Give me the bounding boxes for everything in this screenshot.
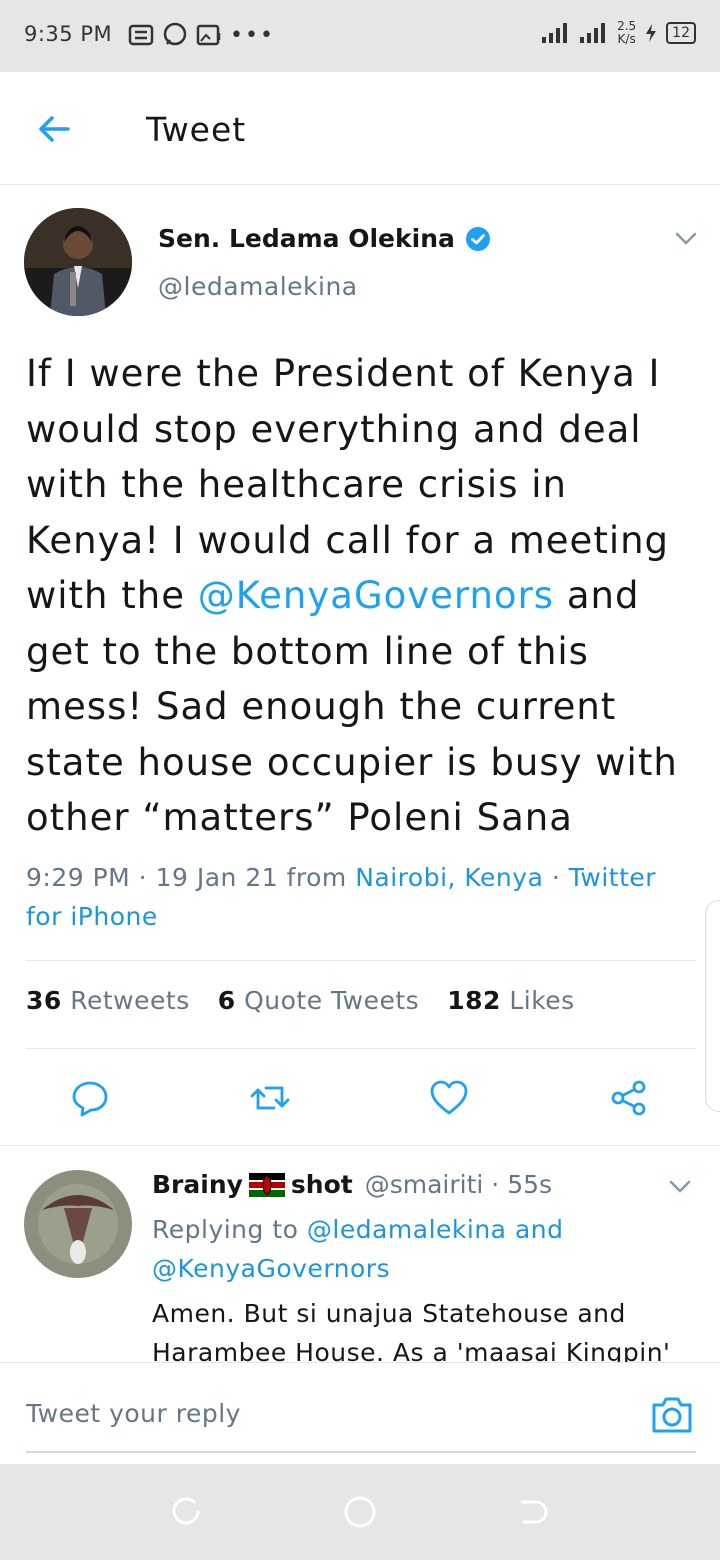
- home-icon: [344, 1496, 376, 1528]
- reply-input[interactable]: Tweet your reply: [26, 1399, 241, 1428]
- retweet-button[interactable]: [242, 1070, 298, 1126]
- recents-icon: [172, 1497, 200, 1525]
- tweet-options-button[interactable]: [672, 226, 700, 250]
- mention-link[interactable]: @KenyaGovernors: [198, 574, 554, 617]
- reply-author[interactable]: Brainy shot @smairiti · 55s: [152, 1170, 552, 1199]
- divider: [26, 960, 696, 961]
- signal-secondary-icon: [580, 23, 606, 43]
- message-icon: [128, 24, 154, 46]
- like-button[interactable]: [421, 1070, 477, 1126]
- location-link[interactable]: Nairobi, Kenya: [355, 863, 543, 892]
- chevron-down-icon: [675, 232, 697, 245]
- tweet-header: Tweet: [0, 72, 720, 185]
- kenya-flag-icon: [248, 1172, 285, 1197]
- retweet-icon: [250, 1086, 290, 1110]
- battery-indicator: 12: [666, 22, 696, 44]
- back-nav-button[interactable]: [516, 1494, 552, 1530]
- verified-badge-icon: [465, 226, 490, 251]
- back-button[interactable]: [34, 109, 74, 149]
- author-name[interactable]: Sen. Ledama Olekina: [158, 224, 491, 253]
- chevron-down-icon: [669, 1180, 691, 1193]
- home-button[interactable]: [342, 1494, 378, 1530]
- status-indicators: 2.5 K/s 12: [541, 20, 696, 46]
- divider: [0, 1145, 720, 1146]
- charging-icon: [646, 24, 657, 42]
- reply-options-button[interactable]: [666, 1174, 694, 1198]
- author-handle[interactable]: @ledamalekina: [158, 272, 358, 301]
- arrow-left-icon: [39, 116, 70, 142]
- replying-user-link[interactable]: @KenyaGovernors: [152, 1254, 390, 1283]
- tweet-meta: 9:29 PM · 19 Jan 21 from Nairobi, Kenya …: [26, 863, 657, 931]
- author-avatar[interactable]: [24, 208, 132, 316]
- reply-body: Amen. But si unajua Statehouse and Haram…: [152, 1299, 671, 1362]
- reply-composer: Tweet your reply: [0, 1362, 720, 1465]
- tweet-timestamp: 9:29 PM · 19 Jan 21 from: [26, 863, 356, 892]
- status-time: 9:35 PM: [24, 22, 113, 46]
- reply-button[interactable]: [62, 1070, 118, 1126]
- reply-avatar[interactable]: [24, 1170, 132, 1278]
- more-notifications: •••: [230, 22, 275, 48]
- notification-icons: •••: [128, 22, 275, 48]
- likes-stat[interactable]: 182 Likes: [447, 986, 575, 1015]
- network-speed: 2.5 K/s: [617, 19, 637, 46]
- whatsapp-icon: [163, 22, 187, 46]
- replying-to: Replying to @ledamalekina and @KenyaGove…: [152, 1215, 564, 1283]
- image-alert-icon: [196, 24, 221, 46]
- retweets-stat[interactable]: 36 Retweets: [26, 986, 190, 1015]
- status-bar: 9:35 PM ••• 2.5 K/s 12: [0, 0, 720, 72]
- add-photo-button[interactable]: [650, 1393, 694, 1437]
- reply-handle-time: @smairiti · 55s: [364, 1170, 553, 1199]
- camera-icon: [652, 1397, 692, 1433]
- tweet-stats: 36 Retweets 6 Quote Tweets 182 Likes: [26, 986, 575, 1015]
- signal-icon: [542, 23, 568, 43]
- tweet-body: If I were the President of Kenya I would…: [26, 352, 678, 839]
- share-button[interactable]: [601, 1070, 657, 1126]
- tweet-actions: [0, 1070, 720, 1126]
- page-title: Tweet: [146, 110, 247, 149]
- recents-button[interactable]: [168, 1494, 204, 1530]
- share-icon: [611, 1080, 646, 1116]
- divider: [26, 1048, 696, 1049]
- heart-icon: [430, 1080, 468, 1115]
- comment-icon: [72, 1081, 108, 1117]
- quote-tweets-stat[interactable]: 6 Quote Tweets: [218, 986, 419, 1015]
- system-nav-bar: [0, 1464, 720, 1560]
- edge-panel-handle[interactable]: [705, 900, 720, 1112]
- back-nav-icon: [520, 1500, 548, 1524]
- replying-user-link[interactable]: @ledamalekina: [307, 1215, 507, 1244]
- input-underline: [26, 1451, 696, 1453]
